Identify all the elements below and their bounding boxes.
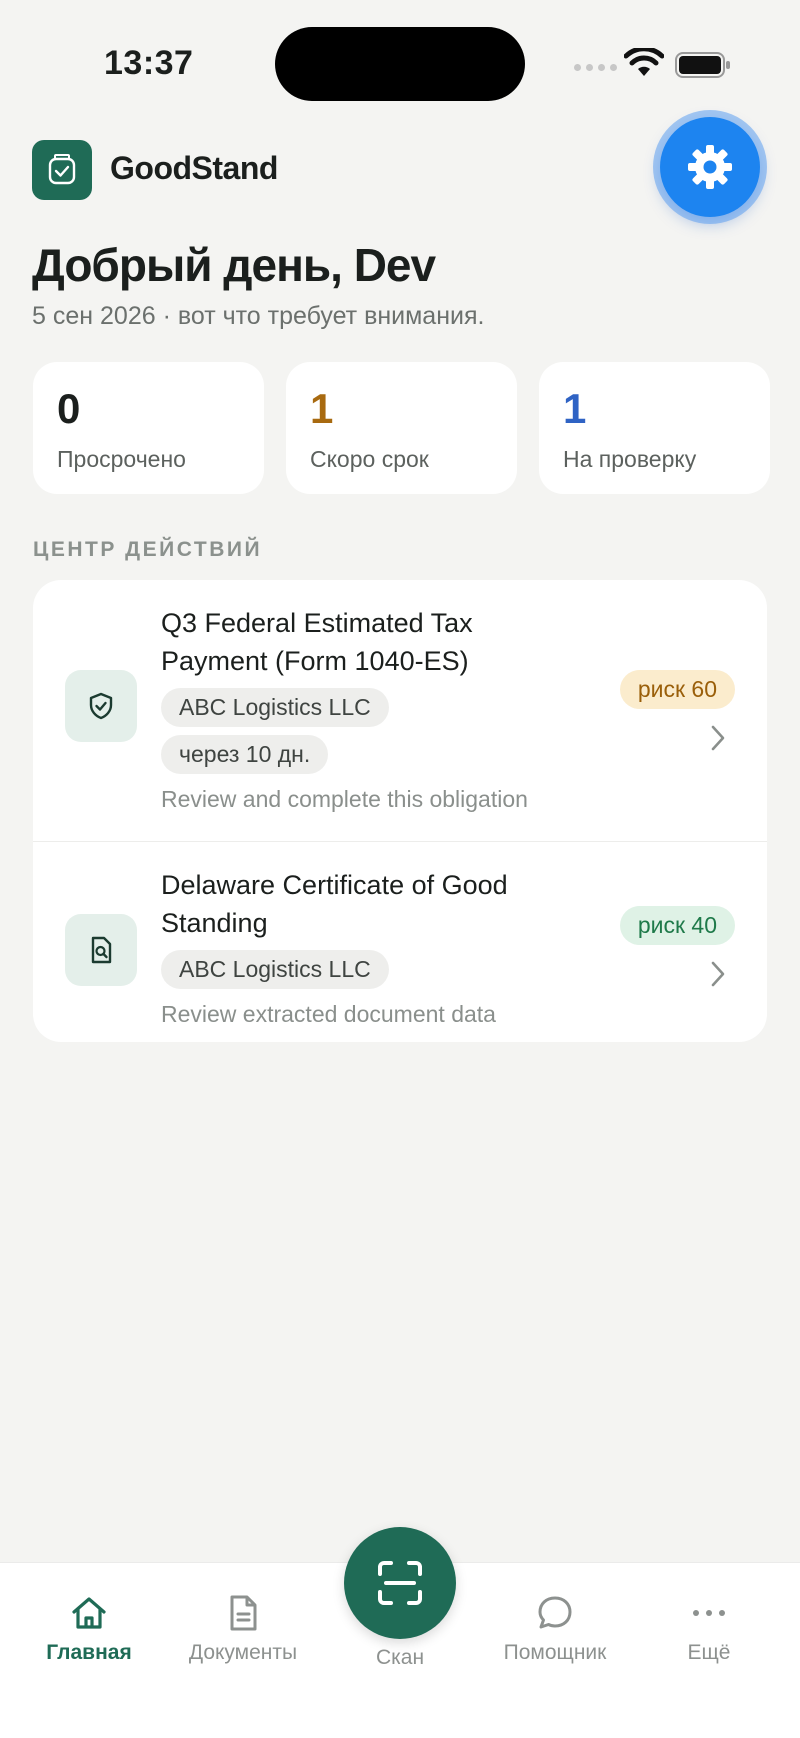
action-item[interactable]: Delaware Certificate of Good Standing AB… <box>33 842 767 1042</box>
section-label-action-center: ЦЕНТР ДЕЙСТВИЙ <box>33 538 263 561</box>
tab-documents-label: Документы <box>188 1641 298 1664</box>
action-description: Review extracted document data <box>161 1001 496 1027</box>
stat-label: Просрочено <box>57 446 186 472</box>
brand-name: GoodStand <box>110 150 278 186</box>
action-item[interactable]: Q3 Federal Estimated Tax Payment (Form 1… <box>33 580 767 842</box>
stat-value: 1 <box>563 385 587 432</box>
wifi-icon <box>624 48 664 76</box>
tab-scan-label[interactable]: Скан <box>325 1646 475 1670</box>
chevron-right-icon <box>711 725 725 751</box>
status-time: 13:37 <box>104 44 194 82</box>
battery-icon <box>675 52 730 78</box>
shield-check-icon <box>48 154 76 185</box>
chat-bubble-icon <box>538 1596 572 1629</box>
stat-card-to-review[interactable]: 1 На проверку <box>539 362 770 494</box>
chevron-right-icon <box>711 961 725 987</box>
action-item-icon <box>65 914 137 986</box>
tab-assistant-label: Помощник <box>503 1641 607 1664</box>
stats-row: 0 Просрочено 1 Скоро срок 1 На проверку <box>33 362 770 494</box>
more-dots-icon <box>693 1610 725 1616</box>
tab-assistant[interactable]: Помощник <box>480 1593 630 1665</box>
document-icon <box>230 1595 257 1631</box>
scan-button[interactable] <box>344 1527 456 1639</box>
stat-value: 0 <box>57 385 81 432</box>
action-title: Delaware Certificate of Good Standing <box>161 870 508 938</box>
home-screen: 13:37 GoodStand Добрый день, Dev 5 сен 2… <box>0 0 800 1738</box>
tab-home-label: Главная <box>46 1641 132 1664</box>
action-description: Review and complete this obligation <box>161 786 528 812</box>
greeting-subtitle: 5 сен 2026 · вот что требует внимания. <box>32 302 485 330</box>
shield-check-icon <box>89 692 113 720</box>
stat-value: 1 <box>310 385 334 432</box>
greeting-title: Добрый день, Dev <box>32 239 436 291</box>
dynamic-island <box>275 27 525 101</box>
risk-badge: риск 40 <box>619 906 735 945</box>
stat-card-due-soon[interactable]: 1 Скоро срок <box>286 362 517 494</box>
stat-label: На проверку <box>563 446 697 472</box>
app-logo <box>32 140 92 200</box>
action-list: Q3 Federal Estimated Tax Payment (Form 1… <box>33 580 767 1042</box>
risk-badge: риск 60 <box>619 670 735 709</box>
document-search-icon <box>91 936 112 964</box>
home-icon <box>72 1597 106 1629</box>
cellular-signal-icon <box>574 64 617 71</box>
tab-documents[interactable]: Документы <box>168 1593 318 1665</box>
action-item-icon <box>65 670 137 742</box>
stat-card-overdue[interactable]: 0 Просрочено <box>33 362 264 494</box>
stat-label: Скоро срок <box>310 446 429 472</box>
gear-icon <box>688 145 732 189</box>
tab-more[interactable]: Ещё <box>634 1593 784 1665</box>
entity-chip: ABC Logistics LLC <box>161 950 389 989</box>
tab-home[interactable]: Главная <box>14 1593 164 1665</box>
due-chip: через 10 дн. <box>161 735 329 774</box>
settings-button[interactable] <box>660 117 760 217</box>
tab-more-label: Ещё <box>687 1641 731 1664</box>
scan-icon <box>378 1561 422 1605</box>
entity-chip: ABC Logistics LLC <box>161 688 389 727</box>
action-title: Q3 Federal Estimated Tax Payment (Form 1… <box>161 608 473 676</box>
